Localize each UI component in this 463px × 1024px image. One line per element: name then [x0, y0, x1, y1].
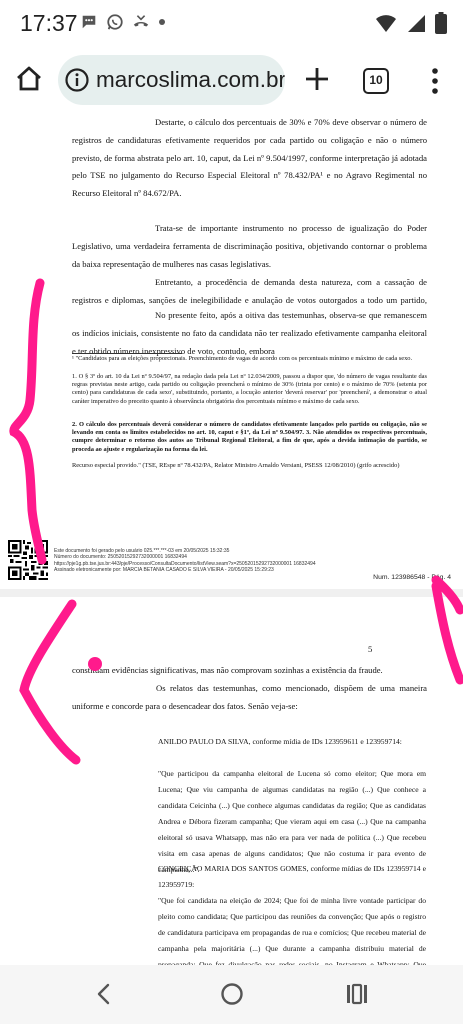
back-icon[interactable] — [93, 983, 115, 1005]
document-metadata: Este documento foi gerado pelo usuário 0… — [54, 548, 316, 574]
footnote-item-3: Recurso especial provido." (TSE, REspe n… — [72, 462, 400, 469]
site-info-icon[interactable] — [64, 67, 90, 93]
document-page-5: 5 constituam evidências significativas, … — [0, 597, 463, 965]
paragraph-1: Destarte, o cálculo dos percentuais de 3… — [72, 117, 427, 199]
recent-apps-icon[interactable] — [345, 982, 369, 1006]
more-menu-icon[interactable] — [425, 66, 445, 96]
missed-call-icon — [133, 15, 149, 27]
dot-icon — [159, 19, 165, 25]
system-icons — [375, 12, 447, 34]
meta-line: Assinado eletronicamente por: MARCIA BET… — [54, 567, 274, 574]
witness-2-header: CONCEIÇÃO MARIA DOS SANTOS GOMES, confor… — [158, 864, 426, 889]
footnote-item-1: 1. O § 3º do art. 10 da Lei nº 9.504/97,… — [72, 373, 427, 405]
whatsapp-icon — [107, 14, 123, 30]
system-nav-bar — [0, 965, 463, 1024]
address-bar[interactable]: marcoslima.com.br — [58, 55, 285, 105]
footnote-heading: ¹ "Candidatos para as eleições proporcio… — [72, 355, 413, 362]
paragraph-2: Trata-se de importante instrumento no pr… — [72, 223, 427, 269]
notification-icons — [80, 13, 166, 31]
battery-icon — [435, 12, 447, 34]
document-page-4: Destarte, o cálculo dos percentuais de 3… — [0, 114, 463, 589]
signal-icon — [408, 15, 425, 32]
page-number: Num. 123986548 - Pág. 4 — [373, 574, 451, 581]
page-index: 5 — [368, 644, 373, 654]
home-icon[interactable] — [14, 64, 44, 94]
status-time: 17:37 — [20, 10, 78, 36]
intro-paragraph-1: constituam evidências significativas, ma… — [72, 665, 383, 675]
wifi-icon — [376, 15, 396, 32]
witness-1-header: ANILDO PAULO DA SILVA, conforme mídia de… — [158, 737, 402, 746]
footnote-item-2: 2. O cálculo dos percentuais deverá cons… — [72, 421, 427, 453]
status-bar: 17:37 — [0, 0, 463, 46]
url-text[interactable]: marcoslima.com.br — [96, 67, 285, 93]
tab-switcher-button[interactable]: 10 — [363, 68, 389, 94]
new-tab-icon[interactable] — [303, 65, 331, 93]
chat-bubble-icon — [82, 15, 96, 29]
witness-2-quote: "Que foi candidata na eleição de 2024; Q… — [158, 896, 426, 965]
home-circle-icon[interactable] — [220, 982, 244, 1006]
intro-paragraph-2: Os relatos das testemunhas, como mencion… — [72, 683, 427, 711]
browser-toolbar: marcoslima.com.br 10 — [0, 46, 463, 114]
qr-code-image — [8, 540, 48, 580]
page-divider — [0, 589, 463, 597]
footnote-separator — [72, 353, 182, 354]
